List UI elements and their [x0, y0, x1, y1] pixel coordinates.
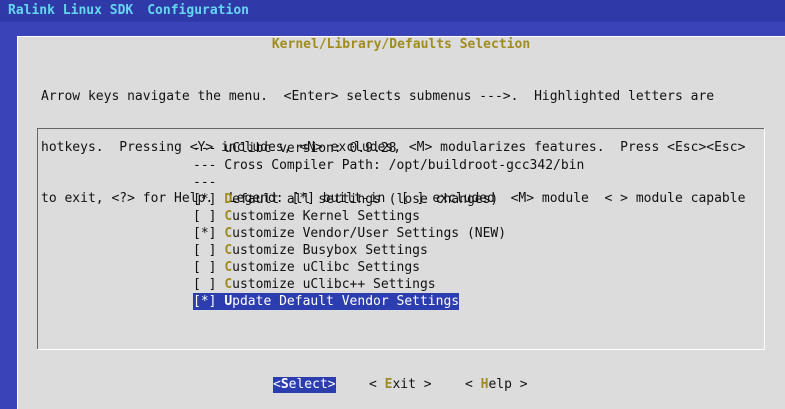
menu-box-top — [37, 128, 765, 129]
dialog-title: Kernel/Library/Defaults Selection — [271, 37, 531, 52]
menu-item-customize-vendor-user[interactable]: [*] Customize Vendor/User Settings (NEW) — [193, 225, 584, 242]
dialog-border-left — [17, 36, 18, 409]
help-button[interactable]: < Help > — [465, 377, 528, 393]
menu-item-customize-kernel[interactable]: [ ] Customize Kernel Settings — [193, 208, 584, 225]
select-button[interactable]: <Select> — [273, 377, 336, 393]
menu-box-left — [37, 128, 38, 350]
app-title: Ralink Linux SDK — [8, 3, 134, 18]
help-line: Arrow keys navigate the menu. <Enter> se… — [41, 89, 715, 104]
exit-button[interactable]: < Exit > — [369, 377, 432, 393]
menu-item-customize-uclibcpp[interactable]: [ ] Customize uClibc++ Settings — [193, 276, 584, 293]
menu-box-bottom — [37, 349, 765, 350]
menu-item-cross-compiler-path: --- Cross Compiler Path: /opt/buildroot-… — [193, 158, 585, 173]
app-title-bar: Ralink Linux SDK Configuration — [0, 0, 785, 22]
menu-item-separator: --- — [193, 175, 217, 190]
menu-item-customize-busybox[interactable]: [ ] Customize Busybox Settings — [193, 242, 584, 259]
menu-item-customize-uclibc[interactable]: [ ] Customize uClibc Settings — [193, 259, 584, 276]
button-bar: <Select> < Exit > < Help > — [17, 375, 785, 395]
menu-list: --- uClibc version: 0.9.28 --- Cross Com… — [193, 140, 584, 310]
menu-item-update-default-vendor[interactable]: [*] Update Default Vendor Settings — [193, 293, 460, 310]
menu-item-default-all-settings[interactable]: [*] Default all settings (lose changes) — [193, 191, 584, 208]
menu-box-right — [764, 128, 765, 350]
app-subtitle: Configuration — [147, 3, 249, 18]
config-dialog: Kernel/Library/Defaults Selection Arrow … — [17, 36, 785, 409]
menu-item-uclibc-version: --- uClibc version: 0.9.28 — [193, 141, 397, 156]
